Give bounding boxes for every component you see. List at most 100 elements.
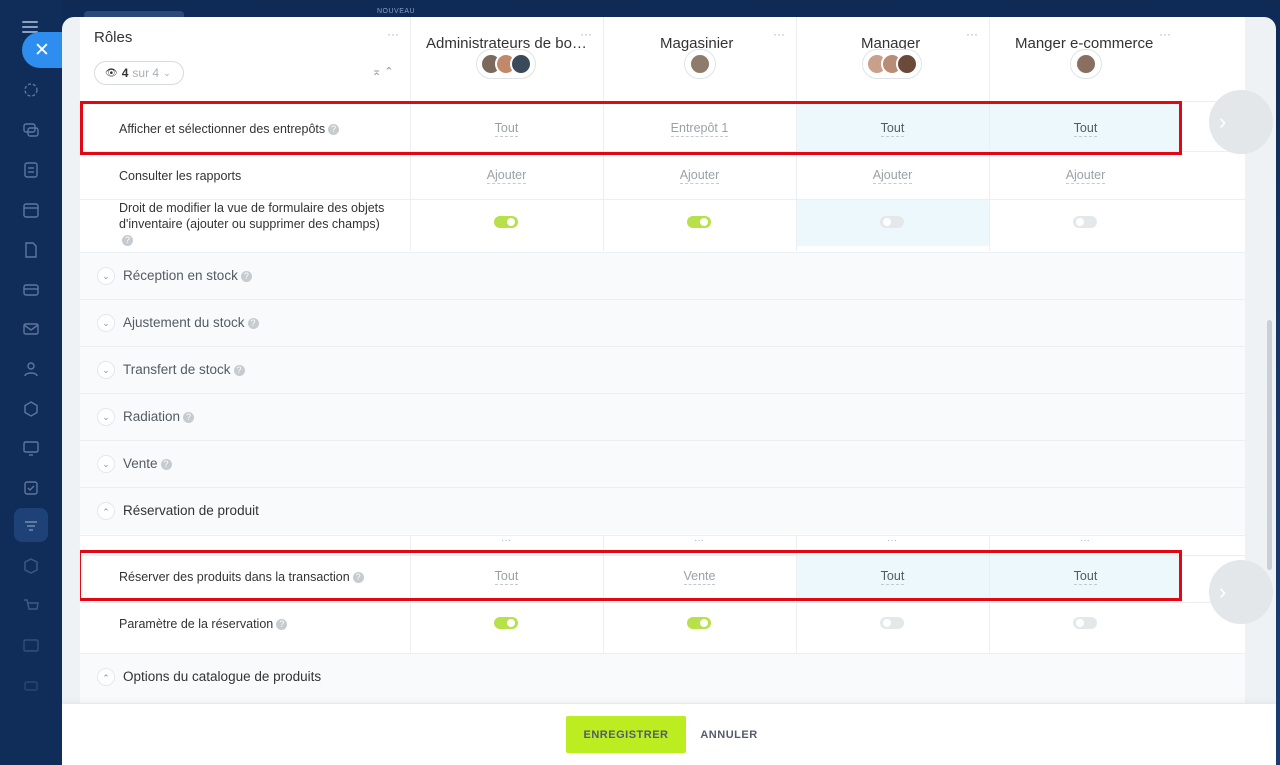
chevron-down-icon: ⌄ — [97, 314, 115, 332]
column-more-button[interactable]: ··· — [1080, 535, 1090, 546]
value-admins[interactable]: Ajouter — [410, 168, 603, 184]
column-more-button[interactable]: ··· — [887, 535, 897, 546]
menu-icon[interactable] — [22, 21, 38, 33]
roles-more-button[interactable]: ··· — [387, 27, 399, 41]
chevron-down-icon: ⌄ — [97, 361, 115, 379]
perm-label-reports: Consulter les rapports — [119, 169, 242, 183]
chevron-down-icon: ⌄ — [97, 455, 115, 473]
help-icon[interactable]: ? — [233, 364, 245, 376]
avatar — [1075, 53, 1097, 75]
avatar — [896, 53, 918, 75]
toggle-admins[interactable] — [494, 617, 518, 629]
role-more-button[interactable]: ··· — [580, 27, 592, 41]
inventory-icon[interactable] — [21, 280, 41, 300]
toggle-ecommerce[interactable] — [1073, 216, 1097, 228]
cancel-button[interactable]: ANNULER — [700, 716, 758, 753]
help-icon[interactable]: ? — [122, 235, 133, 247]
role-more-button[interactable]: ··· — [966, 27, 978, 41]
mail-icon[interactable] — [21, 319, 41, 339]
section-text: Radiation — [123, 409, 181, 424]
roles-title: Rôles — [94, 29, 133, 46]
store-icon[interactable] — [21, 635, 41, 655]
value-ecommerce[interactable]: Ajouter — [989, 168, 1182, 184]
contacts-icon[interactable] — [21, 359, 41, 379]
sites-icon[interactable] — [21, 399, 41, 419]
activity-icon[interactable] — [21, 80, 41, 100]
permissions-panel: Rôles ··· 👁︎ 4 sur 4 ⌄ ⌅ ⌃ Administrateu… — [62, 17, 1276, 765]
scroll-right-button[interactable]: › — [1209, 90, 1273, 154]
section-reservation[interactable]: ⌃ Réservation de produit — [80, 487, 1245, 534]
toggle-storekeeper[interactable] — [687, 216, 711, 228]
section-label: Transfert de stock? — [123, 362, 245, 377]
tasks-icon[interactable] — [21, 160, 41, 180]
section-reception[interactable]: ⌄ Réception en stock? — [80, 252, 1245, 299]
row-divider — [80, 602, 1245, 603]
section-writeoff[interactable]: ⌄ Radiation? — [80, 393, 1245, 440]
perm-label-form-view: Droit de modifier la vue de formulaire d… — [119, 200, 389, 248]
help-icon[interactable]: ? — [183, 411, 195, 423]
vertical-scrollbar[interactable] — [1267, 320, 1272, 570]
avatar — [510, 53, 532, 75]
scroll-right-button[interactable]: › — [1209, 560, 1273, 624]
section-catalog[interactable]: ⌃ Options du catalogue de produits — [80, 653, 1245, 703]
counter-total: sur 4 — [132, 66, 160, 80]
counter-shown: 4 — [121, 66, 129, 80]
perm-text: Paramètre de la réservation — [119, 617, 274, 631]
value-manager[interactable]: Ajouter — [796, 168, 989, 184]
value-text: Ajouter — [1065, 168, 1106, 184]
value-text: Ajouter — [486, 168, 527, 184]
chevron-right-icon: › — [1219, 109, 1227, 134]
perm-label-reserve-param: Paramètre de la réservation? — [119, 616, 288, 632]
toggle-admins[interactable] — [494, 216, 518, 228]
section-text: Ajustement du stock — [123, 315, 245, 330]
avatar — [689, 53, 711, 75]
toggle-storekeeper[interactable] — [687, 617, 711, 629]
help-icon[interactable]: ? — [240, 270, 252, 282]
chat-icon[interactable] — [21, 120, 41, 140]
checklist-icon[interactable] — [21, 478, 41, 498]
column-more-button[interactable]: ··· — [694, 535, 704, 546]
toggle-manager[interactable] — [880, 617, 904, 629]
section-label: Vente? — [123, 456, 172, 471]
footer-bar: ENREGISTRER ANNULER — [62, 703, 1276, 765]
section-adjustment[interactable]: ⌄ Ajustement du stock? — [80, 299, 1245, 346]
help-icon[interactable]: ? — [276, 619, 288, 631]
help-icon[interactable]: ? — [160, 458, 172, 470]
save-button[interactable]: ENREGISTRER — [566, 716, 686, 753]
help-icon[interactable]: ? — [247, 317, 259, 329]
section-label: Radiation? — [123, 409, 195, 424]
close-icon: ✕ — [34, 39, 50, 61]
chevron-down-icon: ⌄ — [97, 267, 115, 285]
column-more-button[interactable]: ··· — [501, 535, 511, 546]
section-sale[interactable]: ⌄ Vente? — [80, 440, 1245, 487]
history-icon[interactable] — [21, 675, 41, 695]
analytics-icon[interactable] — [21, 438, 41, 458]
role-more-button[interactable]: ··· — [1159, 27, 1171, 41]
row-divider — [80, 535, 1245, 536]
section-label: Options du catalogue de produits — [123, 669, 322, 684]
cart-icon[interactable] — [21, 596, 41, 616]
documents-icon[interactable] — [21, 240, 41, 260]
role-more-button[interactable]: ··· — [773, 27, 785, 41]
value-text: Ajouter — [872, 168, 913, 184]
section-label: Réservation de produit — [123, 503, 259, 518]
eye-icon: 👁︎ — [105, 67, 118, 79]
role-avatars — [684, 49, 716, 79]
toggle-ecommerce[interactable] — [1073, 617, 1097, 629]
calendar-icon[interactable] — [21, 200, 41, 220]
roles-counter[interactable]: 👁︎ 4 sur 4 ⌄ — [94, 61, 184, 85]
permissions-table: Rôles ··· 👁︎ 4 sur 4 ⌄ ⌅ ⌃ Administrateu… — [80, 17, 1245, 703]
chevron-down-icon: ⌄ — [97, 408, 115, 426]
filter-icon[interactable] — [21, 516, 41, 536]
section-label: Ajustement du stock? — [123, 315, 259, 330]
value-storekeeper[interactable]: Ajouter — [603, 168, 796, 184]
collapse-expand-icon[interactable]: ⌅ ⌃ — [372, 65, 394, 78]
role-avatars — [862, 49, 922, 79]
box-icon[interactable] — [21, 556, 41, 576]
close-button[interactable]: ✕ — [22, 32, 62, 68]
app-sidebar: ✕ — [0, 0, 62, 765]
annotation-frame — [80, 550, 1182, 601]
chevron-up-icon: ⌃ — [97, 502, 115, 520]
section-transfer[interactable]: ⌄ Transfert de stock? — [80, 346, 1245, 393]
toggle-manager[interactable] — [880, 216, 904, 228]
